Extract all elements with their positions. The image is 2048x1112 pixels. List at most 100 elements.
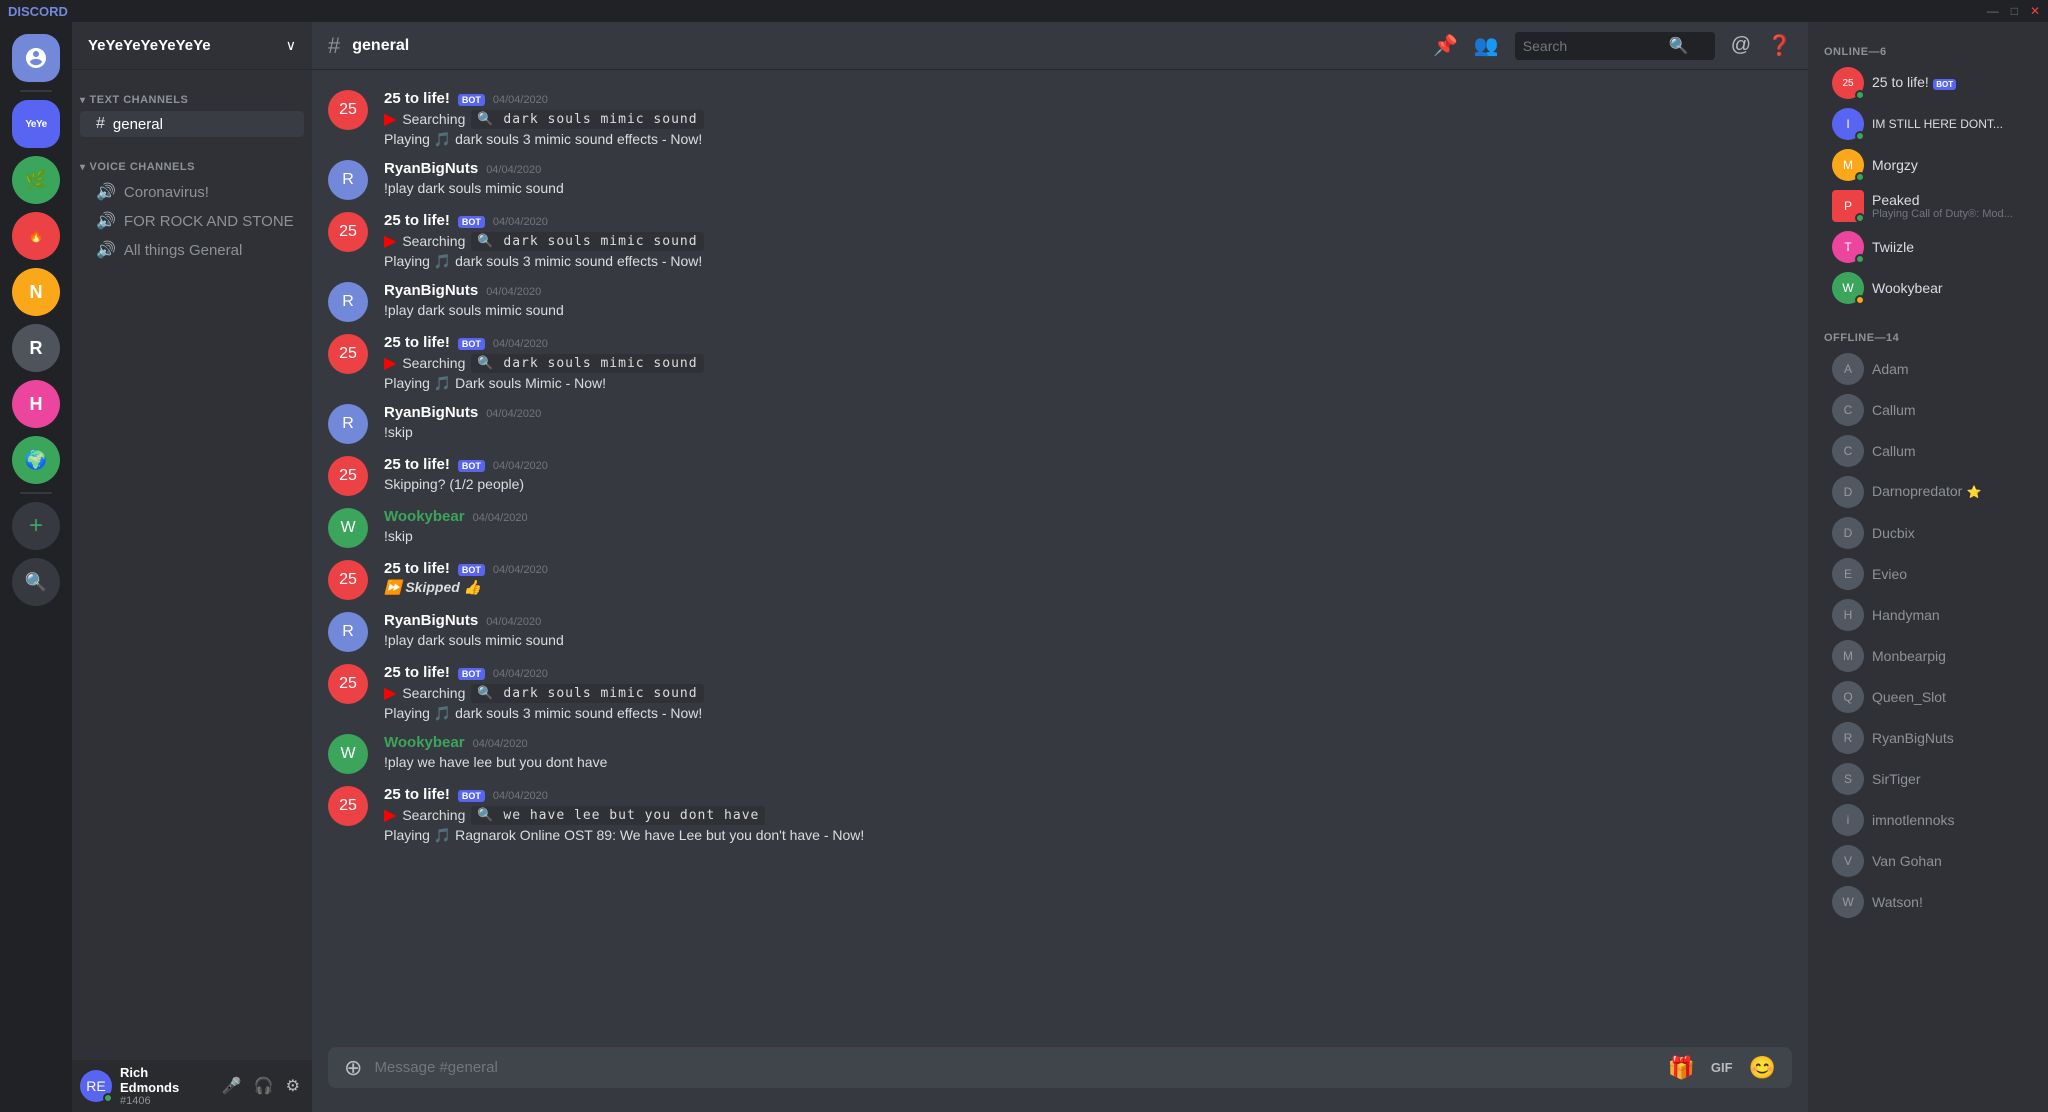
list-item[interactable]: A Adam	[1816, 349, 2040, 389]
message-author[interactable]: 25 to life!	[384, 456, 450, 473]
table-row: 25 25 to life! BOT 04/04/2020 ▶ Searchin…	[312, 330, 1808, 396]
message-author[interactable]: RyanBigNuts	[384, 404, 478, 421]
member-avatar: I	[1832, 108, 1864, 140]
channel-general[interactable]: # general 👤 ⚙	[80, 111, 304, 137]
list-item[interactable]: C Callum	[1816, 431, 2040, 471]
channel-coronavirus[interactable]: 🔊 Coronavirus!	[80, 178, 304, 206]
server-divider	[20, 90, 52, 92]
avatar-text: E	[1844, 567, 1852, 581]
list-item[interactable]: W Watson!	[1816, 882, 2040, 922]
settings-button[interactable]: ⚙	[282, 1072, 304, 1100]
text-channels-category[interactable]: ▾ TEXT CHANNELS	[72, 78, 312, 110]
pin-icon[interactable]: 📌	[1433, 33, 1458, 58]
list-item[interactable]: V Van Gohan	[1816, 841, 2040, 881]
message-content: RyanBigNuts 04/04/2020 !skip	[384, 404, 1792, 444]
minimize-button[interactable]: —	[1987, 4, 1999, 18]
table-row: R RyanBigNuts 04/04/2020 !skip	[312, 400, 1808, 448]
online-section-title: ONLINE—6	[1808, 38, 2048, 62]
discover-button[interactable]: 🔍	[12, 558, 60, 606]
member-name: imnotlennoks	[1872, 812, 1955, 828]
message-input[interactable]	[374, 1047, 1655, 1088]
gift-icon[interactable]: 🎁	[1668, 1055, 1695, 1081]
list-item[interactable]: D Darnopredator ⭐	[1816, 472, 2040, 512]
message-text: !play we have lee but you dont have	[384, 753, 1792, 773]
gif-icon[interactable]: GIF	[1707, 1058, 1737, 1077]
message-author[interactable]: Wookybear	[384, 508, 465, 525]
member-avatar: A	[1832, 353, 1864, 385]
message-author[interactable]: 25 to life!	[384, 212, 450, 229]
message-author[interactable]: Wookybear	[384, 734, 465, 751]
message-author[interactable]: 25 to life!	[384, 664, 450, 681]
list-item[interactable]: E Evieo	[1816, 554, 2040, 594]
at-icon[interactable]: @	[1731, 34, 1751, 57]
member-name: Darnopredator	[1872, 483, 1962, 499]
invite-icon[interactable]: 👤	[262, 116, 279, 133]
list-item[interactable]: W Wookybear	[1816, 268, 2040, 308]
server-7[interactable]: 🌍	[12, 436, 60, 484]
list-item[interactable]: Q Queen_Slot	[1816, 677, 2040, 717]
message-content: 25 to life! BOT 04/04/2020 Skipping? (1/…	[384, 456, 1792, 496]
list-item[interactable]: 25 25 to life! BOT	[1816, 63, 2040, 103]
user-info: Rich Edmonds #1406	[120, 1065, 210, 1107]
list-item[interactable]: M Monbearpig	[1816, 636, 2040, 676]
list-item[interactable]: C Callum	[1816, 390, 2040, 430]
bot-search-line: ▶ Searching 🔍 dark souls mimic sound	[384, 683, 1792, 703]
bot-badge: BOT	[458, 94, 485, 106]
server-home[interactable]	[12, 34, 60, 82]
voice-channels-category[interactable]: ▾ VOICE CHANNELS	[72, 145, 312, 177]
youtube-icon: ▶	[384, 109, 396, 129]
add-attachment-button[interactable]: ⊕	[344, 1055, 362, 1081]
member-avatar: C	[1832, 394, 1864, 426]
list-item[interactable]: P Peaked Playing Call of Duty®: Mod...	[1816, 186, 2040, 226]
list-item[interactable]: R RyanBigNuts	[1816, 718, 2040, 758]
message-author[interactable]: RyanBigNuts	[384, 160, 478, 177]
message-author[interactable]: RyanBigNuts	[384, 612, 478, 629]
help-icon[interactable]: ❓	[1767, 33, 1792, 58]
list-item[interactable]: M Morgzy	[1816, 145, 2040, 185]
message-author[interactable]: 25 to life!	[384, 786, 450, 803]
server-5[interactable]: R	[12, 324, 60, 372]
search-bar[interactable]: 🔍	[1515, 32, 1715, 60]
list-item[interactable]: I IM STILL HERE DONT...	[1816, 104, 2040, 144]
mute-button[interactable]: 🎤	[218, 1072, 246, 1100]
list-item[interactable]: D Ducbix	[1816, 513, 2040, 553]
channel-all-general[interactable]: 🔊 All things General	[80, 236, 304, 264]
message-text: !play dark souls mimic sound	[384, 179, 1792, 199]
deafen-button[interactable]: 🎧	[250, 1072, 278, 1100]
server-6[interactable]: H	[12, 380, 60, 428]
search-keywords: 🔍 dark souls mimic sound	[471, 110, 703, 129]
server-2[interactable]: 🌿	[12, 156, 60, 204]
avatar: 25	[328, 456, 368, 496]
server-4[interactable]: N	[12, 268, 60, 316]
status-dot	[1855, 295, 1865, 305]
server-sidebar: YeYe 🌿 🔥 N R H 🌍 + 🔍	[0, 22, 72, 1112]
members-icon[interactable]: 👥	[1474, 33, 1499, 58]
message-timestamp: 04/04/2020	[493, 564, 548, 576]
maximize-button[interactable]: □	[2011, 4, 2018, 18]
member-avatar: i	[1832, 804, 1864, 836]
channel-rock-and-stone[interactable]: 🔊 FOR ROCK AND STONE	[80, 207, 304, 235]
bot-search-line: ▶ Searching 🔍 dark souls mimic sound	[384, 353, 1792, 373]
server-3[interactable]: 🔥	[12, 212, 60, 260]
server-header[interactable]: YeYeYeYeYeYeYe ∨	[72, 22, 312, 70]
message-author[interactable]: RyanBigNuts	[384, 282, 478, 299]
search-input[interactable]	[1523, 38, 1663, 54]
list-item[interactable]: T Twiizle	[1816, 227, 2040, 267]
list-item[interactable]: S SirTiger	[1816, 759, 2040, 799]
status-dot	[1855, 131, 1865, 141]
message-author[interactable]: 25 to life!	[384, 90, 450, 107]
list-item[interactable]: H Handyman	[1816, 595, 2040, 635]
bot-badge: BOT	[458, 216, 485, 228]
add-server-button[interactable]: +	[12, 502, 60, 550]
server-yeyeyeyeyeye[interactable]: YeYe	[12, 100, 60, 148]
message-author[interactable]: 25 to life!	[384, 560, 450, 577]
settings-icon[interactable]: ⚙	[283, 116, 296, 133]
member-name: Evieo	[1872, 566, 1907, 582]
emoji-icon[interactable]: 😊	[1749, 1055, 1776, 1081]
member-name: Morgzy	[1872, 157, 1918, 173]
close-button[interactable]: ✕	[2030, 4, 2040, 18]
list-item[interactable]: i imnotlennoks	[1816, 800, 2040, 840]
channel-rock-stone-label: FOR ROCK AND STONE	[124, 213, 294, 230]
message-author[interactable]: 25 to life!	[384, 334, 450, 351]
table-row: W Wookybear 04/04/2020 !skip	[312, 504, 1808, 552]
